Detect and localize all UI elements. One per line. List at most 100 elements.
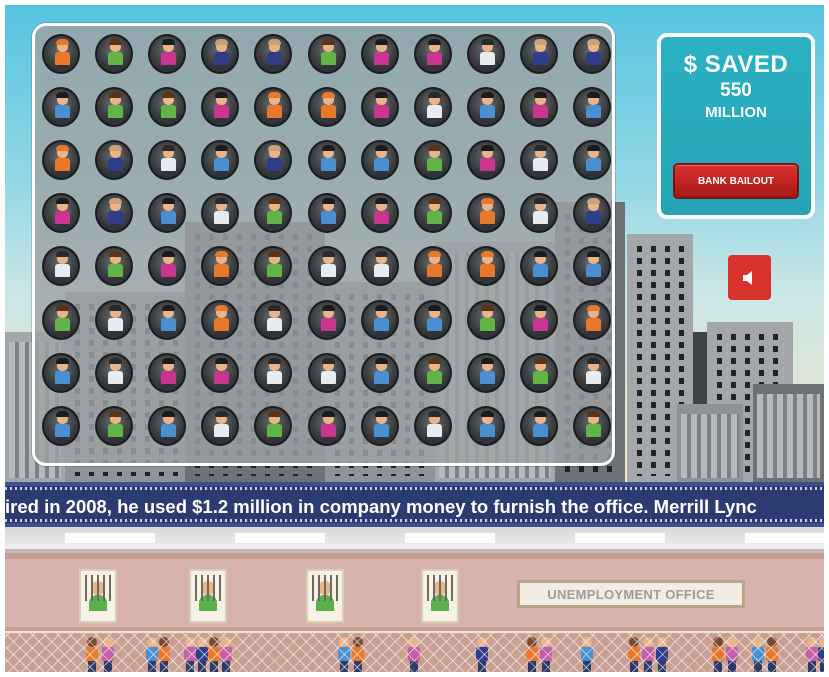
board-piece-green[interactable] bbox=[573, 405, 611, 446]
board-piece-blue[interactable] bbox=[360, 299, 399, 340]
board-piece-pink[interactable] bbox=[519, 87, 558, 128]
board-piece-navy[interactable] bbox=[573, 193, 611, 234]
board-piece-blue[interactable] bbox=[201, 140, 240, 181]
board-piece-orange[interactable] bbox=[201, 246, 240, 287]
board-piece-blue[interactable] bbox=[360, 140, 399, 181]
building bbox=[677, 404, 743, 482]
board-piece-white[interactable] bbox=[413, 405, 452, 446]
board-piece-green[interactable] bbox=[254, 246, 293, 287]
board-piece-white[interactable] bbox=[42, 246, 80, 287]
board-piece-white[interactable] bbox=[466, 34, 505, 74]
board-piece-blue[interactable] bbox=[573, 140, 611, 181]
board-piece-green[interactable] bbox=[148, 87, 187, 128]
board-piece-blue[interactable] bbox=[573, 246, 611, 287]
board-piece-green[interactable] bbox=[254, 193, 293, 234]
board-piece-white[interactable] bbox=[95, 352, 134, 393]
board-piece-pink[interactable] bbox=[42, 193, 80, 234]
board-piece-green[interactable] bbox=[42, 299, 80, 340]
board-piece-navy[interactable] bbox=[201, 34, 240, 74]
board-piece-orange[interactable] bbox=[42, 140, 80, 181]
game-board[interactable] bbox=[32, 23, 615, 466]
board-piece-green[interactable] bbox=[307, 34, 346, 74]
board-piece-blue[interactable] bbox=[466, 352, 505, 393]
ticker-text: ired in 2008, he used $1.2 million in co… bbox=[5, 496, 757, 517]
board-piece-pink[interactable] bbox=[201, 352, 240, 393]
board-piece-white[interactable] bbox=[148, 140, 187, 181]
board-piece-orange[interactable] bbox=[466, 193, 505, 234]
board-piece-blue[interactable] bbox=[148, 405, 187, 446]
board-piece-blue[interactable] bbox=[42, 352, 80, 393]
board-piece-white[interactable] bbox=[95, 299, 134, 340]
board-piece-blue[interactable] bbox=[307, 140, 346, 181]
board-piece-orange[interactable] bbox=[413, 246, 452, 287]
office-sign-text: UNEMPLOYMENT OFFICE bbox=[547, 586, 715, 602]
saved-label: $ SAVED bbox=[683, 51, 789, 78]
board-piece-green[interactable] bbox=[95, 34, 134, 74]
board-piece-blue[interactable] bbox=[42, 405, 80, 446]
board-piece-pink[interactable] bbox=[360, 87, 399, 128]
board-piece-orange[interactable] bbox=[573, 299, 611, 340]
board-piece-navy[interactable] bbox=[95, 193, 134, 234]
board-piece-white[interactable] bbox=[201, 193, 240, 234]
office-sign: UNEMPLOYMENT OFFICE bbox=[517, 580, 745, 608]
board-piece-pink[interactable] bbox=[413, 34, 452, 74]
board-piece-blue[interactable] bbox=[519, 405, 558, 446]
board-piece-pink[interactable] bbox=[360, 34, 399, 74]
board-piece-orange[interactable] bbox=[254, 87, 293, 128]
board-piece-blue[interactable] bbox=[360, 352, 399, 393]
jailed-banker-poster bbox=[189, 569, 227, 623]
board-piece-orange[interactable] bbox=[42, 34, 80, 74]
bank-bailout-button[interactable]: BANK BAILOUT bbox=[673, 163, 799, 199]
board-piece-navy[interactable] bbox=[573, 34, 611, 74]
board-piece-blue[interactable] bbox=[573, 87, 611, 128]
office-ceiling bbox=[5, 527, 824, 551]
board-piece-white[interactable] bbox=[573, 352, 611, 393]
board-piece-pink[interactable] bbox=[148, 34, 187, 74]
board-piece-pink[interactable] bbox=[148, 246, 187, 287]
board-piece-white[interactable] bbox=[519, 193, 558, 234]
board-piece-green[interactable] bbox=[95, 405, 134, 446]
board-piece-white[interactable] bbox=[307, 246, 346, 287]
board-piece-white[interactable] bbox=[254, 299, 293, 340]
board-piece-navy[interactable] bbox=[254, 34, 293, 74]
board-piece-navy[interactable] bbox=[254, 140, 293, 181]
board-piece-navy[interactable] bbox=[519, 34, 558, 74]
board-piece-navy[interactable] bbox=[95, 140, 134, 181]
board-piece-orange[interactable] bbox=[201, 299, 240, 340]
board-piece-white[interactable] bbox=[307, 352, 346, 393]
board-piece-green[interactable] bbox=[95, 87, 134, 128]
board-piece-blue[interactable] bbox=[360, 405, 399, 446]
board-piece-blue[interactable] bbox=[148, 299, 187, 340]
board-piece-green[interactable] bbox=[466, 299, 505, 340]
board-piece-green[interactable] bbox=[413, 140, 452, 181]
board-piece-pink[interactable] bbox=[307, 405, 346, 446]
board-piece-pink[interactable] bbox=[466, 140, 505, 181]
board-piece-white[interactable] bbox=[413, 87, 452, 128]
board-piece-pink[interactable] bbox=[360, 193, 399, 234]
board-piece-green[interactable] bbox=[413, 193, 452, 234]
board-piece-white[interactable] bbox=[360, 246, 399, 287]
board-piece-blue[interactable] bbox=[307, 193, 346, 234]
board-piece-pink[interactable] bbox=[307, 299, 346, 340]
board-piece-blue[interactable] bbox=[466, 87, 505, 128]
board-piece-green[interactable] bbox=[413, 352, 452, 393]
board-piece-blue[interactable] bbox=[519, 246, 558, 287]
board-piece-pink[interactable] bbox=[519, 299, 558, 340]
board-piece-green[interactable] bbox=[95, 246, 134, 287]
board-piece-white[interactable] bbox=[201, 405, 240, 446]
board-piece-green[interactable] bbox=[519, 352, 558, 393]
board-piece-blue[interactable] bbox=[413, 299, 452, 340]
mute-button[interactable] bbox=[728, 255, 771, 300]
board-piece-blue[interactable] bbox=[148, 193, 187, 234]
board-piece-orange[interactable] bbox=[307, 87, 346, 128]
board-piece-pink[interactable] bbox=[148, 352, 187, 393]
board-piece-blue[interactable] bbox=[466, 405, 505, 446]
board-piece-orange[interactable] bbox=[466, 246, 505, 287]
saved-amount: 550 bbox=[720, 80, 752, 101]
board-piece-green[interactable] bbox=[254, 405, 293, 446]
unemployment-office: UNEMPLOYMENT OFFICE bbox=[5, 527, 824, 672]
board-piece-pink[interactable] bbox=[201, 87, 240, 128]
board-piece-blue[interactable] bbox=[42, 87, 80, 128]
board-piece-white[interactable] bbox=[254, 352, 293, 393]
board-piece-white[interactable] bbox=[519, 140, 558, 181]
